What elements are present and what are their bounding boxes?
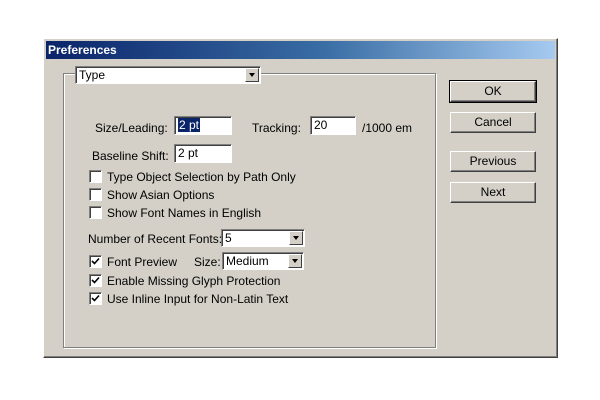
category-select-value: Type xyxy=(79,68,106,82)
size-leading-input[interactable]: 2 pt xyxy=(174,116,232,135)
chevron-down-icon[interactable] xyxy=(288,254,302,268)
inline-input-label: Use Inline Input for Non-Latin Text xyxy=(107,292,289,306)
inline-input-checkbox[interactable] xyxy=(89,292,102,305)
checkmark-icon xyxy=(91,257,100,265)
show-font-names-english-checkbox[interactable] xyxy=(89,206,102,219)
title-bar[interactable]: Preferences xyxy=(46,41,555,59)
window-title: Preferences xyxy=(48,43,117,57)
recent-fonts-select[interactable]: 5 xyxy=(221,229,305,247)
tracking-value: 20 xyxy=(314,118,328,132)
previous-button[interactable]: Previous xyxy=(450,151,536,172)
show-asian-options-checkbox[interactable] xyxy=(89,188,102,201)
preferences-dialog: Preferences Type Size/Leading: 2 pt Trac… xyxy=(43,38,558,358)
next-button[interactable]: Next xyxy=(450,182,536,203)
type-object-selection-checkbox[interactable] xyxy=(89,170,102,183)
type-object-selection-label: Type Object Selection by Path Only xyxy=(107,170,296,184)
recent-fonts-label: Number of Recent Fonts: xyxy=(88,232,223,246)
chevron-down-icon[interactable] xyxy=(289,231,303,245)
tracking-unit: /1000 em xyxy=(362,121,413,135)
size-leading-label: Size/Leading: xyxy=(95,121,168,135)
baseline-shift-input[interactable]: 2 pt xyxy=(174,144,232,163)
recent-fonts-value: 5 xyxy=(225,231,232,245)
font-preview-size-value: Medium xyxy=(226,254,269,268)
tracking-label: Tracking: xyxy=(252,121,301,135)
font-preview-size-label: Size: xyxy=(194,255,221,269)
ok-button[interactable]: OK xyxy=(449,80,537,103)
baseline-shift-value: 2 pt xyxy=(178,146,199,160)
size-leading-value: 2 pt xyxy=(178,118,201,132)
checkmark-icon xyxy=(91,294,100,302)
missing-glyph-protection-label: Enable Missing Glyph Protection xyxy=(107,274,281,288)
tracking-input[interactable]: 20 xyxy=(310,116,356,135)
font-preview-label: Font Preview xyxy=(107,255,178,269)
cancel-button[interactable]: Cancel xyxy=(450,112,536,133)
font-preview-size-select[interactable]: Medium xyxy=(222,252,304,270)
show-asian-options-label: Show Asian Options xyxy=(107,188,215,202)
show-font-names-english-label: Show Font Names in English xyxy=(107,206,262,220)
missing-glyph-protection-checkbox[interactable] xyxy=(89,274,102,287)
font-preview-checkbox[interactable] xyxy=(89,255,102,268)
chevron-down-icon[interactable] xyxy=(245,68,259,82)
category-select[interactable]: Type xyxy=(75,66,261,84)
checkmark-icon xyxy=(91,276,100,284)
baseline-shift-label: Baseline Shift: xyxy=(92,149,169,163)
